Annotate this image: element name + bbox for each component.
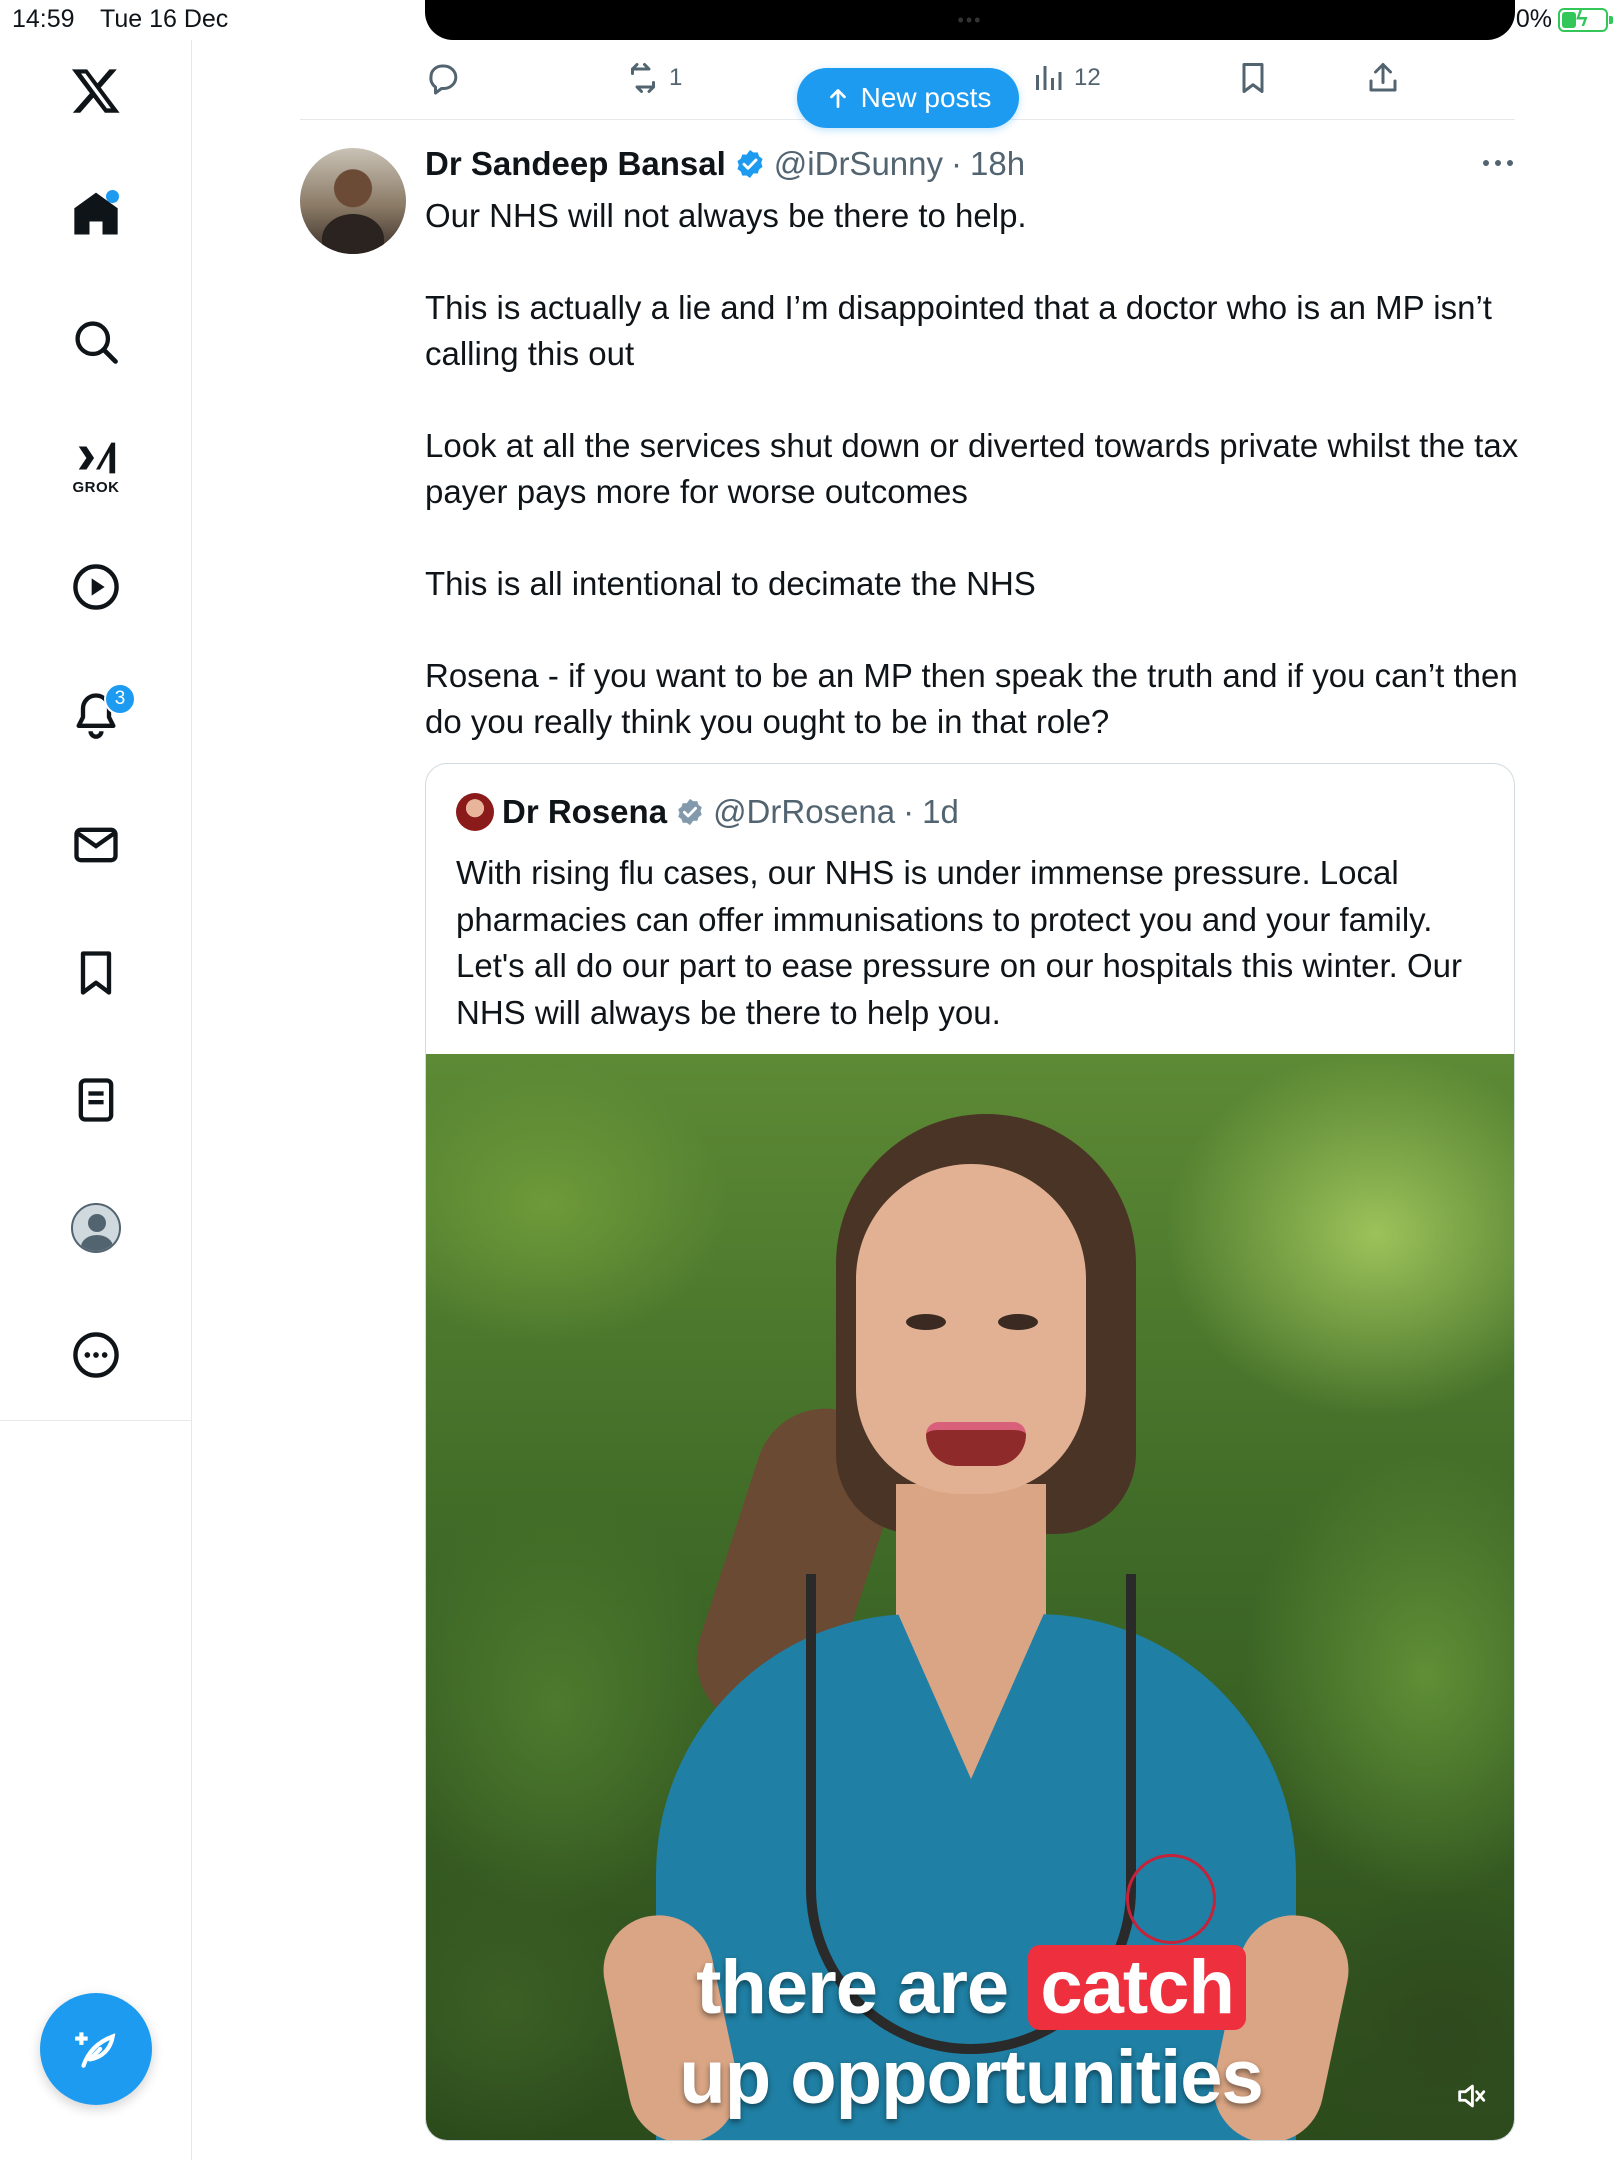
sidebar: GROK 3 bbox=[0, 40, 192, 2160]
verified-badge-icon bbox=[737, 150, 763, 178]
video-frame-eye bbox=[906, 1314, 946, 1330]
sidebar-item-articles[interactable] bbox=[46, 1050, 146, 1150]
tweet-paragraph: This is actually a lie and I’m disappoin… bbox=[425, 289, 1502, 372]
sidebar-item-bookmarks[interactable] bbox=[46, 923, 146, 1023]
sidebar-divider bbox=[0, 1420, 192, 1421]
video-caption-line-1: there are catch bbox=[426, 1944, 1514, 2032]
caption-highlight-text: catch bbox=[1028, 1945, 1246, 2030]
reply-icon bbox=[429, 64, 458, 95]
sidebar-item-profile[interactable] bbox=[46, 1178, 146, 1278]
reply-button[interactable] bbox=[425, 60, 469, 96]
bookmark-icon bbox=[1242, 63, 1264, 93]
more-circle-icon bbox=[73, 1332, 119, 1378]
document-icon bbox=[78, 1078, 114, 1122]
sidebar-item-grok[interactable]: GROK bbox=[46, 415, 146, 515]
repost-icon bbox=[631, 63, 655, 93]
tweet-paragraph: Look at all the services shut down or di… bbox=[425, 427, 1528, 510]
quoted-tweet-text: With rising flu cases, our NHS is under … bbox=[456, 854, 1463, 1031]
grey-verified-badge-icon bbox=[678, 798, 702, 826]
sidebar-item-video[interactable] bbox=[46, 537, 146, 637]
compose-button[interactable] bbox=[40, 1993, 152, 2105]
tweet-author-avatar[interactable] bbox=[300, 148, 406, 254]
quoted-author-name: Dr Rosena bbox=[502, 793, 668, 830]
envelope-icon bbox=[74, 827, 118, 863]
avatar-icon bbox=[71, 1203, 121, 1253]
new-posts-label: New posts bbox=[860, 82, 992, 113]
play-icon bbox=[73, 564, 119, 610]
grok-icon bbox=[78, 442, 116, 473]
compose-icon bbox=[75, 2032, 116, 2068]
status-time: 14:59 bbox=[12, 5, 75, 33]
x-logo[interactable] bbox=[46, 40, 146, 140]
views-count: 12 bbox=[1074, 64, 1101, 91]
video-caption-line-2: up opportunities bbox=[679, 2035, 1263, 2120]
quoted-tweet-header: Dr Rosena @DrRosena · 1d bbox=[456, 792, 959, 832]
video-frame-eye bbox=[998, 1314, 1038, 1330]
x-logo-icon bbox=[71, 69, 120, 113]
share-icon bbox=[1369, 63, 1397, 92]
separator: · bbox=[951, 145, 963, 182]
battery-icon: ϟ bbox=[1558, 6, 1613, 32]
video-player[interactable]: there are catch up opportunities bbox=[426, 1054, 1514, 2140]
repost-count: 1 bbox=[669, 64, 683, 91]
notification-dot bbox=[106, 190, 119, 203]
views-icon bbox=[1036, 66, 1062, 90]
tweet-paragraph: Rosena - if you want to be an MP then sp… bbox=[425, 657, 1527, 740]
tweet-text: Our NHS will not always be there to help… bbox=[425, 193, 1525, 791]
tweet-paragraph: Our NHS will not always be there to help… bbox=[425, 197, 1027, 234]
quoted-tweet-card[interactable]: Dr Rosena @DrRosena · 1d With rising flu… bbox=[425, 763, 1515, 2141]
sidebar-item-messages[interactable] bbox=[46, 795, 146, 895]
notification-count-badge: 3 bbox=[104, 683, 136, 715]
sidebar-item-home[interactable] bbox=[46, 165, 146, 265]
new-posts-button[interactable]: New posts bbox=[797, 68, 1019, 128]
share-button[interactable] bbox=[1365, 60, 1401, 96]
grok-label: GROK bbox=[72, 478, 120, 496]
top-bar-overlay: ••• bbox=[425, 0, 1515, 40]
quoted-author-handle: @DrRosena bbox=[713, 793, 896, 830]
sidebar-item-explore[interactable] bbox=[46, 292, 146, 392]
search-icon bbox=[75, 321, 118, 364]
tweet-time[interactable]: 18h bbox=[970, 145, 1025, 183]
grabber-dots-icon: ••• bbox=[957, 10, 983, 30]
more-options-icon[interactable] bbox=[1478, 148, 1518, 178]
battery-percent: 0% bbox=[1515, 5, 1552, 33]
tweet-header: Dr Sandeep Bansal @iDrSunny · 18h bbox=[425, 142, 1025, 186]
status-date: Tue 16 Dec bbox=[100, 5, 229, 33]
views-button[interactable]: 12 bbox=[1030, 60, 1101, 96]
tweet-paragraph: This is all intentional to decimate the … bbox=[425, 565, 1036, 602]
quoted-author-avatar bbox=[456, 793, 494, 831]
bookmark-icon bbox=[80, 951, 112, 995]
bookmark-button[interactable] bbox=[1235, 60, 1271, 96]
sidebar-item-more[interactable] bbox=[46, 1305, 146, 1405]
author-handle[interactable]: @iDrSunny bbox=[774, 145, 943, 183]
author-name[interactable]: Dr Sandeep Bansal bbox=[425, 145, 726, 183]
separator: · bbox=[903, 793, 915, 830]
arrow-up-icon bbox=[829, 89, 846, 109]
mute-icon[interactable] bbox=[1454, 2079, 1488, 2113]
repost-button[interactable]: 1 bbox=[625, 60, 682, 96]
caption-text: there are bbox=[696, 1945, 1009, 2030]
quoted-tweet-time: 1d bbox=[922, 793, 959, 830]
sidebar-item-notifications[interactable]: 3 bbox=[46, 665, 146, 765]
video-frame-mouth bbox=[926, 1422, 1026, 1466]
battery-indicator: 0% ϟ bbox=[1515, 5, 1613, 34]
